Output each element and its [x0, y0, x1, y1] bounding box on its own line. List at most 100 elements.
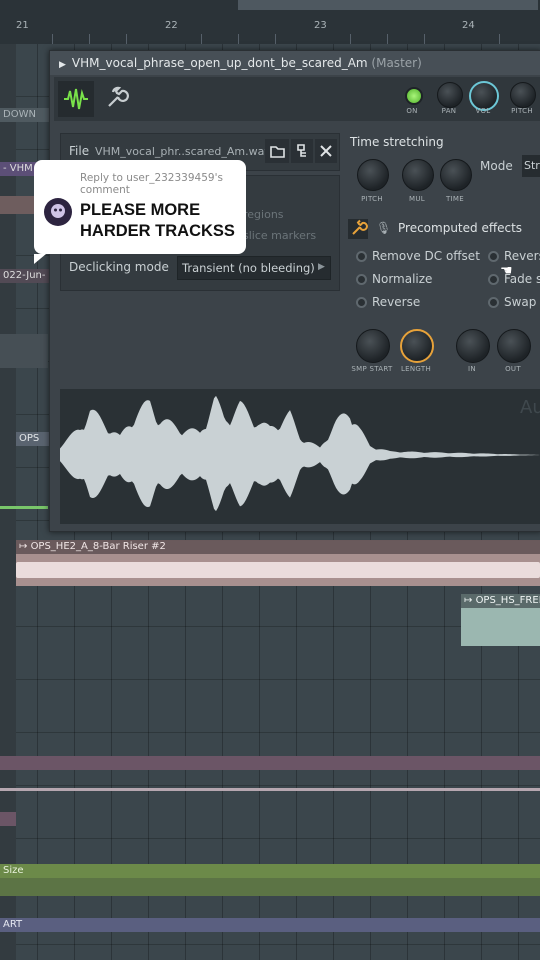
size-clip[interactable]: Size [0, 864, 540, 878]
stretch-time-knob[interactable] [440, 159, 472, 191]
wrench-tab[interactable] [102, 85, 130, 113]
clip-ops-label[interactable]: OPS [16, 432, 51, 446]
remove-dc-label[interactable]: Remove DC offset [372, 249, 480, 263]
declicking-value: Transient (no bleeding) [182, 261, 315, 275]
normalize-radio[interactable] [356, 274, 367, 285]
on-led-toggle[interactable] [405, 87, 423, 105]
declicking-select[interactable]: Transient (no bleeding) ▶ [177, 256, 331, 280]
swap-stereo-radio[interactable] [488, 297, 499, 308]
microphone-icon: 🎙 [376, 221, 392, 235]
normalize-label[interactable]: Normalize [372, 272, 432, 286]
wrench-icon [108, 86, 129, 107]
riser-waveform [16, 562, 540, 578]
riser-clip-header[interactable]: ↦ OPS_HE2_A_8-Bar Riser #2 [16, 540, 540, 554]
clip-body[interactable] [0, 334, 48, 368]
bar-24-label: 24 [462, 20, 475, 31]
clip-down-label[interactable]: DOWN [0, 108, 51, 122]
out-knob[interactable] [497, 329, 531, 363]
timeline-ruler[interactable]: 21 22 23 24 [0, 0, 540, 45]
hs-clip-name: OPS_HS_FREE [475, 595, 540, 606]
sample-waveform-display[interactable]: Au [60, 389, 540, 524]
in-knob[interactable] [456, 329, 490, 363]
hs-clip-body[interactable] [461, 608, 540, 646]
waveform-shape [60, 395, 540, 512]
ruler-tick [275, 34, 276, 44]
reverse-label[interactable]: Reverse [372, 295, 420, 309]
mode-select[interactable]: Str [522, 155, 540, 177]
remove-sample-button[interactable] [315, 139, 337, 163]
mouse-cursor-icon: ☚ [500, 263, 513, 279]
riser-clip-name: OPS_HE2_A_8-Bar Riser #2 [30, 541, 166, 552]
stretch-mul-knob[interactable] [402, 159, 434, 191]
precomputed-effects-title: Precomputed effects [398, 221, 523, 235]
wrench-icon [352, 219, 368, 235]
ruler-tick [126, 34, 127, 44]
ruler-scroll-region[interactable] [238, 0, 538, 10]
bar-21-label: 21 [16, 20, 29, 31]
stretch-pitch-knob[interactable] [357, 159, 389, 191]
regions-option[interactable]: regions [243, 208, 284, 221]
ruler-tick [424, 34, 425, 44]
channel-toolbar: ON PAN VOL PITCH [54, 77, 540, 121]
ruler-tick [499, 34, 500, 44]
out-label: OUT [505, 365, 521, 373]
stretch-time-label: TIME [445, 195, 464, 203]
slice-markers-option[interactable]: slice markers [243, 229, 316, 242]
file-name[interactable]: VHM_vocal_phr..scared_Am.wav [95, 145, 271, 158]
lane-clip[interactable] [0, 756, 540, 770]
close-icon [320, 145, 332, 157]
riser-clip-body[interactable] [16, 554, 540, 586]
ruler-tick [52, 34, 53, 44]
lane-waveform [0, 788, 540, 791]
stretch-mul-label: MUL [409, 195, 425, 203]
folder-icon [270, 146, 285, 158]
on-label: ON [406, 107, 418, 115]
declicking-label: Declicking mode [69, 260, 169, 274]
waveform-corner-label: Au [520, 397, 540, 418]
bar-23-label: 23 [314, 20, 327, 31]
sample-start-label: SMP START [351, 365, 393, 373]
avatar [44, 198, 72, 226]
time-stretching-title: Time stretching [350, 135, 444, 149]
stretch-pitch-label: PITCH [361, 195, 383, 203]
hs-clip-header[interactable]: ↦ OPS_HS_FREE [461, 594, 540, 608]
window-master-label: (Master) [371, 56, 422, 70]
vol-label: VOL [475, 107, 491, 115]
reply-to-text: Reply to user_232339459's comment [80, 172, 223, 196]
length-knob[interactable] [400, 329, 434, 363]
size-clip-body[interactable] [0, 878, 540, 896]
reverse-polarity-label[interactable]: Reverse [504, 249, 540, 263]
fade-stereo-radio[interactable] [488, 274, 499, 285]
bar-22-label: 22 [165, 20, 178, 31]
window-title-bar[interactable]: ▶ VHM_vocal_phrase_open_up_dont_be_scared… [50, 51, 540, 75]
pitch-knob[interactable] [510, 82, 536, 108]
pan-knob[interactable] [437, 82, 463, 108]
window-title: VHM_vocal_phrase_open_up_dont_be_scared_… [71, 56, 368, 70]
avatar-face-icon [51, 204, 65, 218]
waveform-tab-icon [64, 88, 88, 110]
ruler-tick [387, 34, 388, 44]
clip-line [0, 506, 48, 509]
mode-label: Mode [480, 159, 513, 173]
remove-dc-radio[interactable] [356, 251, 367, 262]
open-folder-button[interactable] [265, 139, 289, 163]
file-label: File [69, 144, 90, 158]
swap-stereo-label[interactable]: Swap s [504, 295, 540, 309]
lane-clip[interactable] [0, 812, 16, 826]
ruler-tick [238, 34, 239, 44]
window-menu-arrow-icon[interactable]: ▶ [59, 60, 66, 70]
browse-button[interactable] [291, 139, 313, 163]
mode-value: Str [524, 159, 540, 172]
reply-comment-bubble: Reply to user_232339459's comment PLEASE… [34, 160, 246, 264]
ruler-tick [89, 34, 90, 44]
comment-text: PLEASE MORE HARDER TRACKSS [80, 201, 235, 240]
channel-settings-window[interactable]: ▶ VHM_vocal_phrase_open_up_dont_be_scared… [49, 50, 540, 532]
effects-wrench-button[interactable] [348, 219, 368, 239]
clip-date-label[interactable]: 022-Jun- [0, 269, 51, 283]
sample-start-knob[interactable] [356, 329, 390, 363]
reverse-radio[interactable] [356, 297, 367, 308]
reverse-polarity-radio[interactable] [488, 251, 499, 262]
art-clip[interactable]: ART [0, 918, 540, 932]
tree-icon [297, 144, 306, 157]
waveform-tab[interactable] [58, 81, 94, 117]
